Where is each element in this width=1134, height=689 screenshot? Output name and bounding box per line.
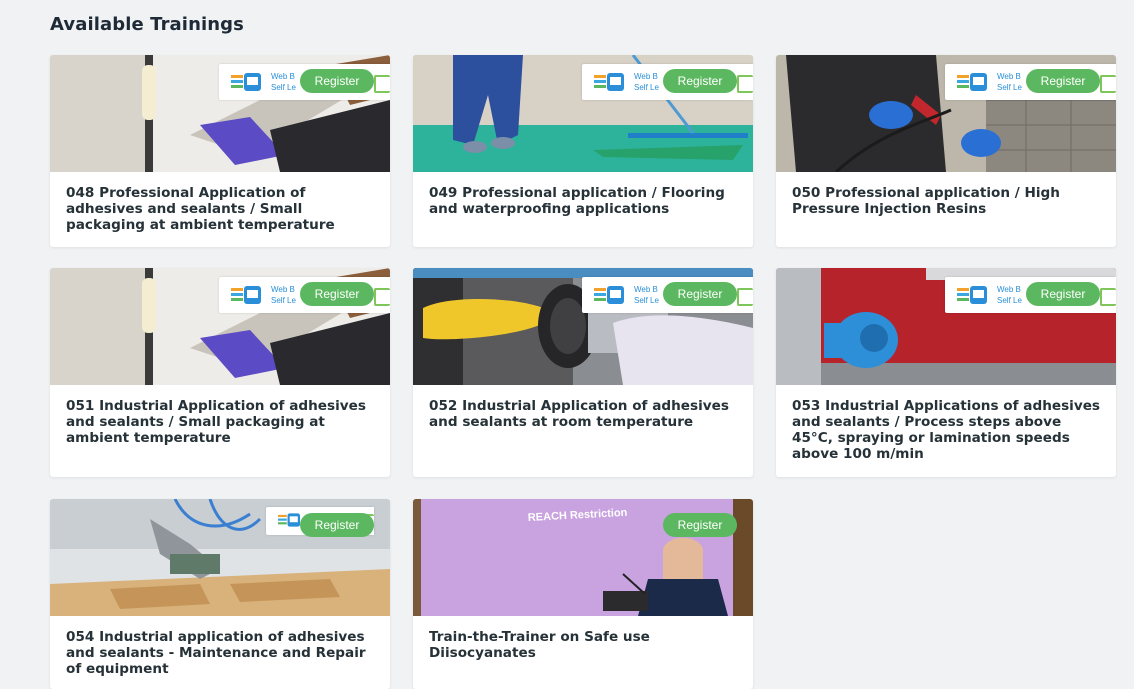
web-based-logo-icon — [278, 513, 300, 527]
register-button[interactable]: Register — [1026, 69, 1100, 93]
training-image: REACH Restriction Register — [413, 499, 753, 616]
register-button[interactable]: Register — [663, 513, 737, 537]
badge-text-line1: Web B — [271, 285, 295, 294]
training-card-050[interactable]: Web B Self Le Register 050 Professional … — [776, 55, 1116, 247]
certificate-icon — [737, 288, 753, 306]
register-button[interactable]: Register — [663, 282, 737, 306]
badge-text-line1: Web B — [634, 72, 658, 81]
training-card-054[interactable]: Register 054 Industrial application of a… — [50, 499, 390, 689]
training-title[interactable]: 049 Professional application / Flooring … — [413, 172, 753, 227]
web-based-logo-icon — [957, 73, 987, 91]
training-title[interactable]: 052 Industrial Application of adhesives … — [413, 385, 753, 440]
training-title[interactable]: 051 Industrial Application of adhesives … — [50, 385, 390, 456]
badge-text-line1: Web B — [997, 72, 1021, 81]
training-image: Web B Self Le Register — [413, 268, 753, 385]
training-title[interactable]: Train-the-Trainer on Safe use Diisocyana… — [413, 616, 753, 671]
training-image: Web B Self Le Register — [50, 55, 390, 172]
badge-text-line2: Self Le — [271, 296, 296, 305]
web-based-logo-icon — [231, 73, 261, 91]
badge-text-line2: Self Le — [997, 83, 1022, 92]
badge-text-line2: Self Le — [634, 83, 659, 92]
register-button[interactable]: Register — [1026, 282, 1100, 306]
badge-text-line2: Self Le — [997, 296, 1022, 305]
training-image: Web B Self Le Register — [776, 55, 1116, 172]
training-image: Web B Self Le Register — [413, 55, 753, 172]
training-title[interactable]: 053 Industrial Applications of adhesives… — [776, 385, 1116, 472]
certificate-icon — [374, 288, 390, 306]
badge-text-line1: Web B — [271, 72, 295, 81]
register-button[interactable]: Register — [663, 69, 737, 93]
training-title[interactable]: 050 Professional application / High Pres… — [776, 172, 1116, 227]
certificate-icon — [1100, 288, 1116, 306]
badge-text-line2: Self Le — [634, 296, 659, 305]
badge-text-line1: Web B — [634, 285, 658, 294]
training-card-train-the-trainer[interactable]: REACH Restriction Register Train-the-Tra… — [413, 499, 753, 689]
training-image: Register — [50, 499, 390, 616]
badge-text-line2: Self Le — [271, 83, 296, 92]
web-based-logo-icon — [594, 286, 624, 304]
certificate-icon — [374, 75, 390, 93]
trainings-page: Available Trainings Web B Self Le Regist… — [0, 0, 1134, 689]
training-card-052[interactable]: Web B Self Le Register 052 Industrial Ap… — [413, 268, 753, 477]
training-card-049[interactable]: Web B Self Le Register 049 Professional … — [413, 55, 753, 247]
web-based-logo-icon — [957, 286, 987, 304]
web-based-logo-icon — [231, 286, 261, 304]
register-button[interactable]: Register — [300, 69, 374, 93]
training-title[interactable]: 048 Professional Application of adhesive… — [50, 172, 390, 243]
certificate-icon — [737, 75, 753, 93]
register-button[interactable]: Register — [300, 513, 374, 537]
training-card-048[interactable]: Web B Self Le Register 048 Professional … — [50, 55, 390, 247]
web-based-logo-icon — [594, 73, 624, 91]
training-title[interactable]: 054 Industrial application of adhesives … — [50, 616, 390, 687]
training-card-051[interactable]: Web B Self Le Register 051 Industrial Ap… — [50, 268, 390, 477]
training-card-053[interactable]: Web B Self Le Register 053 Industrial Ap… — [776, 268, 1116, 477]
badge-text-line1: Web B — [997, 285, 1021, 294]
certificate-icon — [1100, 75, 1116, 93]
page-title: Available Trainings — [50, 14, 244, 35]
training-image: Web B Self Le Register — [776, 268, 1116, 385]
register-button[interactable]: Register — [300, 282, 374, 306]
training-image: Web B Self Le Register — [50, 268, 390, 385]
